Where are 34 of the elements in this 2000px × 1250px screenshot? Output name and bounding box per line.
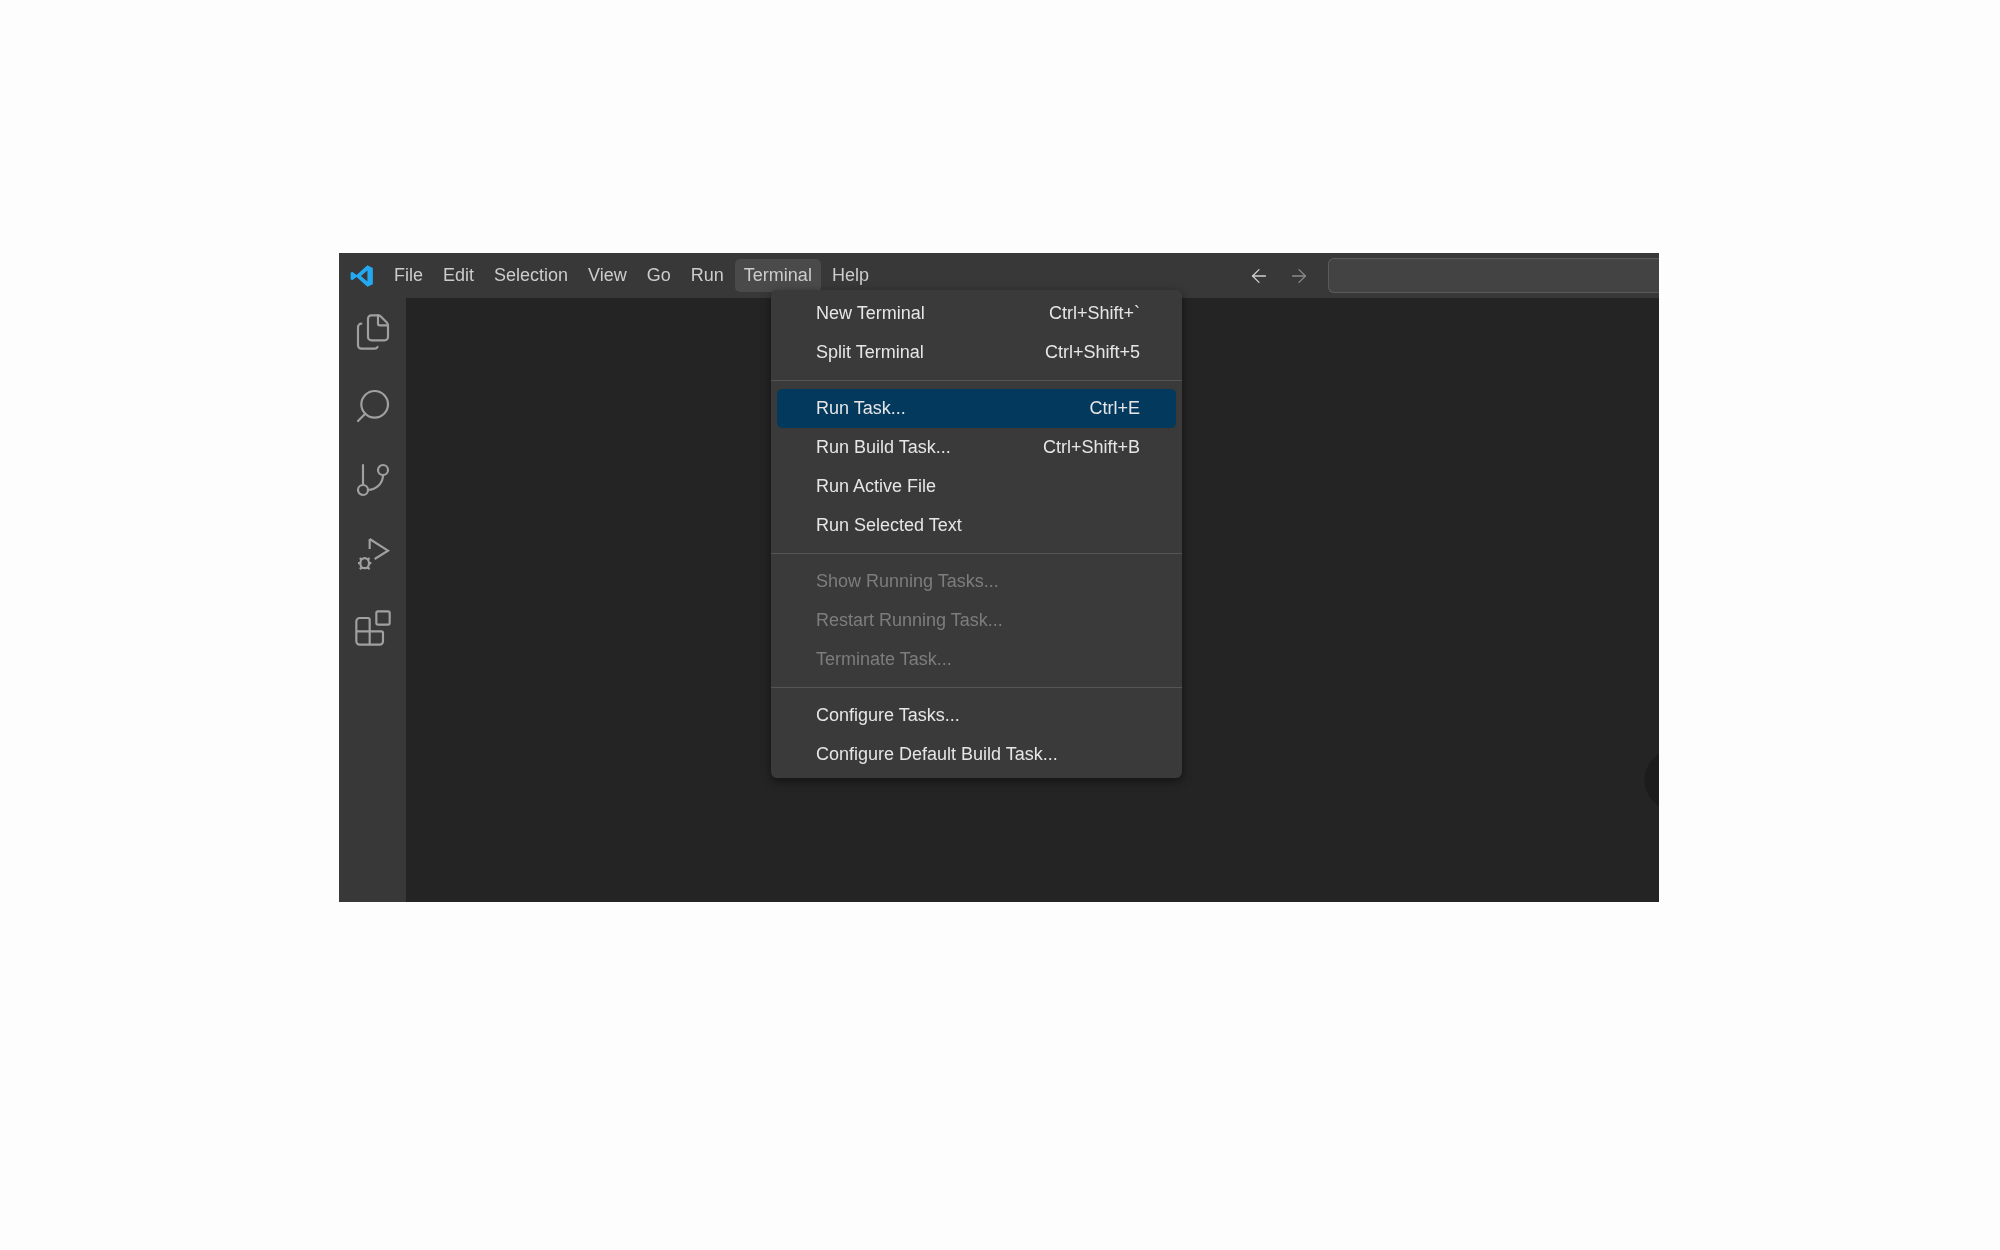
- menu-bar-item[interactable]: View: [579, 259, 636, 292]
- app-logo-icon: [349, 262, 375, 289]
- menu-item-label: Configure Tasks...: [816, 705, 960, 726]
- menu-item-label: Run Selected Text: [816, 515, 962, 536]
- keyboard-shortcut: Ctrl+E: [1089, 398, 1140, 419]
- keyboard-shortcut: Ctrl+Shift+5: [1044, 342, 1140, 363]
- menu-item-label: Configure Default Build Task...: [816, 744, 1058, 765]
- menu-bar-item[interactable]: Help: [822, 259, 878, 292]
- menu-item[interactable]: Configure Tasks...: [777, 696, 1176, 735]
- menu-bar-item[interactable]: Terminal: [734, 259, 821, 292]
- menu-item[interactable]: Run Task... Ctrl+E: [777, 389, 1176, 428]
- menu-item-label: Restart Running Task...: [816, 610, 1003, 631]
- menu-item[interactable]: Run Build Task... Ctrl+Shift+B: [777, 428, 1176, 467]
- menu-bar-item[interactable]: Edit: [434, 259, 484, 292]
- extensions-icon[interactable]: [352, 608, 393, 648]
- menu-item[interactable]: Configure Default Build Task...: [777, 735, 1176, 774]
- keyboard-shortcut: Ctrl+Shift+B: [1042, 437, 1140, 458]
- keyboard-shortcut: Ctrl+Shift+`: [1048, 303, 1140, 324]
- menu-item-label: Split Terminal: [816, 342, 924, 363]
- menu-item-label: New Terminal: [816, 303, 925, 324]
- menu-item-label: Terminate Task...: [816, 649, 952, 670]
- menu-bar-item[interactable]: Run: [681, 259, 733, 292]
- menu-item[interactable]: Split Terminal Ctrl+Shift+5: [777, 333, 1176, 372]
- menu-bar-item[interactable]: File: [385, 259, 432, 292]
- menu-bar-item[interactable]: Selection: [485, 259, 578, 292]
- menu-item-label: Run Build Task...: [816, 437, 951, 458]
- command-center-field[interactable]: [1328, 258, 1659, 293]
- menu-item[interactable]: Run Active File: [777, 467, 1176, 506]
- menu-item-label: Run Task...: [816, 398, 906, 419]
- menu-item-label: Show Running Tasks...: [816, 571, 999, 592]
- menu-item-label: Run Active File: [816, 476, 937, 497]
- menu-item[interactable]: Run Selected Text: [777, 506, 1176, 545]
- menu-bar-item[interactable]: Go: [637, 259, 680, 292]
- menu-item[interactable]: New Terminal Ctrl+Shift+`: [777, 294, 1176, 333]
